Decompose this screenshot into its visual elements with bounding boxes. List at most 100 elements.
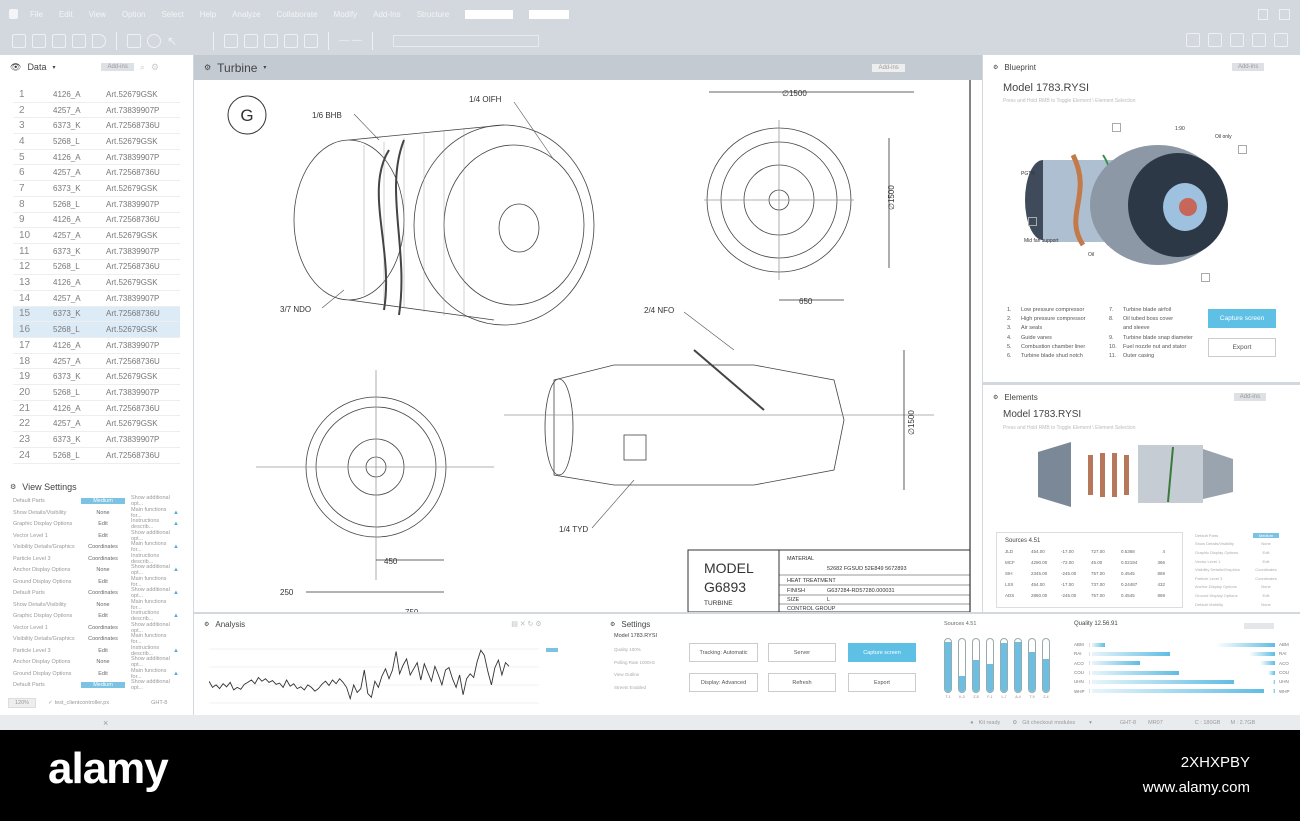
setting-row[interactable]: Ground Display Options Edit Main functions… (0, 668, 193, 680)
setting-row[interactable]: Show Details/Visibility None Main function… (0, 507, 193, 519)
server-button[interactable]: Server (768, 643, 836, 662)
hotspot-plus-icon[interactable] (1112, 123, 1121, 132)
table-row[interactable]: 11 6373_K Art.73839907P (13, 244, 180, 260)
setting-row[interactable]: Show Details/Visibility None Main function… (0, 599, 193, 611)
toolbar-search-input[interactable] (392, 34, 539, 47)
menu-input-2[interactable] (529, 9, 570, 19)
source-bar[interactable]: L-7 (1000, 638, 1008, 699)
turbine-addins[interactable]: Add-ins (872, 63, 905, 72)
menu-modify[interactable]: Modify (334, 10, 358, 19)
table-row[interactable]: 17 4126_A Art.73839907P (13, 338, 180, 354)
setting-value[interactable]: Coordinates (1253, 567, 1279, 572)
setting-value[interactable]: None (1253, 602, 1279, 607)
setting-value[interactable]: None (81, 510, 125, 516)
table-row[interactable]: 9 4126_A Art.72568736U (13, 213, 180, 229)
setting-row[interactable]: Anchor Display Options None (1195, 583, 1295, 592)
setting-row[interactable]: Graphic Display Options Edit Instructions … (0, 518, 193, 530)
document-icon[interactable] (264, 33, 278, 48)
table-row[interactable]: 16 5268_L Art.52679GSK (13, 322, 180, 338)
table-row[interactable]: 4 5268_L Art.52679GSK (13, 134, 180, 150)
save-as-icon[interactable] (72, 33, 86, 48)
menu-addins[interactable]: Add-Ins (373, 10, 401, 19)
table-row[interactable]: 8 5268_L Art.73839907P (13, 197, 180, 213)
table-row[interactable]: 12 5268_L Art.72568736U (13, 260, 180, 276)
engine-3d-render[interactable] (1003, 115, 1283, 290)
table-row[interactable]: 13 4126_A Art.52679GSK (13, 275, 180, 291)
rotate-icon[interactable] (147, 33, 161, 48)
setting-row[interactable]: Ground Display Options Edit (1195, 591, 1295, 600)
setting-value[interactable]: Edit (81, 521, 125, 527)
table-row[interactable]: 21 4126_A Art.72568736U (13, 401, 180, 417)
setting-value[interactable]: None (1253, 584, 1279, 589)
menu-input-1[interactable] (465, 9, 514, 19)
setting-value[interactable]: None (81, 602, 125, 608)
export-down-icon[interactable] (1186, 33, 1200, 47)
source-bar[interactable]: Z-4 (1042, 638, 1050, 699)
table-row[interactable]: 14 4257_A Art.73839907P (13, 291, 180, 307)
setting-row[interactable]: Default Parts Medium Show additional opt..… (0, 495, 193, 507)
setting-row[interactable]: Default Parts Medium (1195, 531, 1295, 540)
setting-row[interactable]: Anchor Display Options None Show additiona… (0, 656, 193, 668)
setting-row[interactable]: Particle Level 3 Coordinates Instructions … (0, 553, 193, 565)
table-row[interactable]: 7 6373_K Art.52679GSK (13, 181, 180, 197)
table-row[interactable]: 18 4257_A Art.72568736U (13, 354, 180, 370)
blueprint-drawing[interactable]: G ∅1500 ∅1500 650 450 250 ∅1500 1/6 BHB … (194, 80, 982, 612)
source-bar[interactable]: K-3 (958, 638, 966, 699)
git-status[interactable]: Git checkout modules (1022, 720, 1075, 726)
export-button[interactable]: Export (1208, 338, 1276, 357)
setting-row[interactable]: Show Details/Visibility None (1195, 540, 1295, 549)
document-edit-icon[interactable] (284, 33, 298, 48)
setting-value[interactable]: Coordinates (1253, 576, 1279, 581)
export-button[interactable]: Export (848, 673, 916, 692)
table-row[interactable]: 5 4126_A Art.73839907P (13, 150, 180, 166)
setting-value[interactable]: Edit (81, 671, 125, 677)
documents-icon[interactable] (244, 33, 258, 48)
close-icon[interactable]: × (103, 718, 108, 728)
setting-row[interactable]: Particle Level 3 Coordinates (1195, 574, 1295, 583)
setting-value[interactable]: Edit (81, 648, 125, 654)
setting-row[interactable]: Default Parts Coordinates Show additional … (0, 587, 193, 599)
setting-value[interactable]: Coordinates (81, 590, 125, 596)
table-row[interactable]: 2 4257_A Art.73839907P (13, 103, 180, 119)
refresh-button[interactable]: Refresh (768, 673, 836, 692)
table-row[interactable]: 10 4257_A Art.52679GSK (13, 228, 180, 244)
capture-screen-button[interactable]: Capture screen (848, 643, 916, 662)
setting-row[interactable]: Anchor Display Options None Show additiona… (0, 564, 193, 576)
layers-icon[interactable] (224, 33, 238, 48)
cursor-icon[interactable]: ↖ (167, 34, 181, 48)
line-tool-icon[interactable]: — — (339, 35, 362, 46)
setting-row[interactable]: Visibility Details/Graphics Coordinates Ma… (0, 541, 193, 553)
table-row[interactable]: 24 5268_L Art.72568736U (13, 448, 180, 464)
display-advanced-button[interactable]: Display: Advanced (689, 673, 758, 692)
chevron-down-icon[interactable]: ▾ (52, 64, 55, 71)
table-row[interactable]: 6 4257_A Art.72568736U (13, 165, 180, 182)
addins-dropdown[interactable]: Add-ins (101, 63, 134, 71)
table-row[interactable]: 15 6373_K Art.72568736U (13, 306, 180, 323)
menu-collaborate[interactable]: Collaborate (277, 10, 318, 19)
setting-value[interactable]: Edit (81, 533, 125, 539)
analysis-line-chart[interactable] (209, 644, 539, 709)
source-bar[interactable]: T-9 (1028, 638, 1036, 699)
capture-screen-button[interactable]: Capture screen (1208, 309, 1276, 328)
setting-value[interactable]: None (1253, 541, 1279, 546)
play-icon[interactable] (92, 33, 106, 48)
source-bar[interactable]: Z-8 (972, 638, 980, 699)
setting-row[interactable]: Vector Level 1 Edit (1195, 557, 1295, 566)
import-icon[interactable] (1208, 33, 1222, 47)
setting-value[interactable]: Edit (1253, 559, 1279, 564)
window-copy-icon[interactable] (1279, 9, 1290, 20)
menu-view[interactable]: View (89, 10, 106, 19)
setting-row[interactable]: Graphic Display Options Edit Instructions … (0, 610, 193, 622)
setting-value[interactable]: None (81, 659, 125, 665)
menu-select[interactable]: Select (161, 10, 183, 19)
setting-value[interactable]: Coordinates (81, 544, 125, 550)
source-bar[interactable]: F-1 (986, 638, 994, 699)
setting-value[interactable]: Edit (1253, 550, 1279, 555)
setting-value[interactable]: Coordinates (81, 625, 125, 631)
setting-value[interactable]: Medium (1253, 532, 1279, 538)
hotspot-plus-icon[interactable] (1238, 145, 1247, 154)
setting-value[interactable]: Edit (81, 579, 125, 585)
new-shape-icon[interactable] (12, 33, 26, 48)
remove-icon[interactable] (1252, 33, 1266, 47)
setting-value[interactable]: Edit (81, 613, 125, 619)
